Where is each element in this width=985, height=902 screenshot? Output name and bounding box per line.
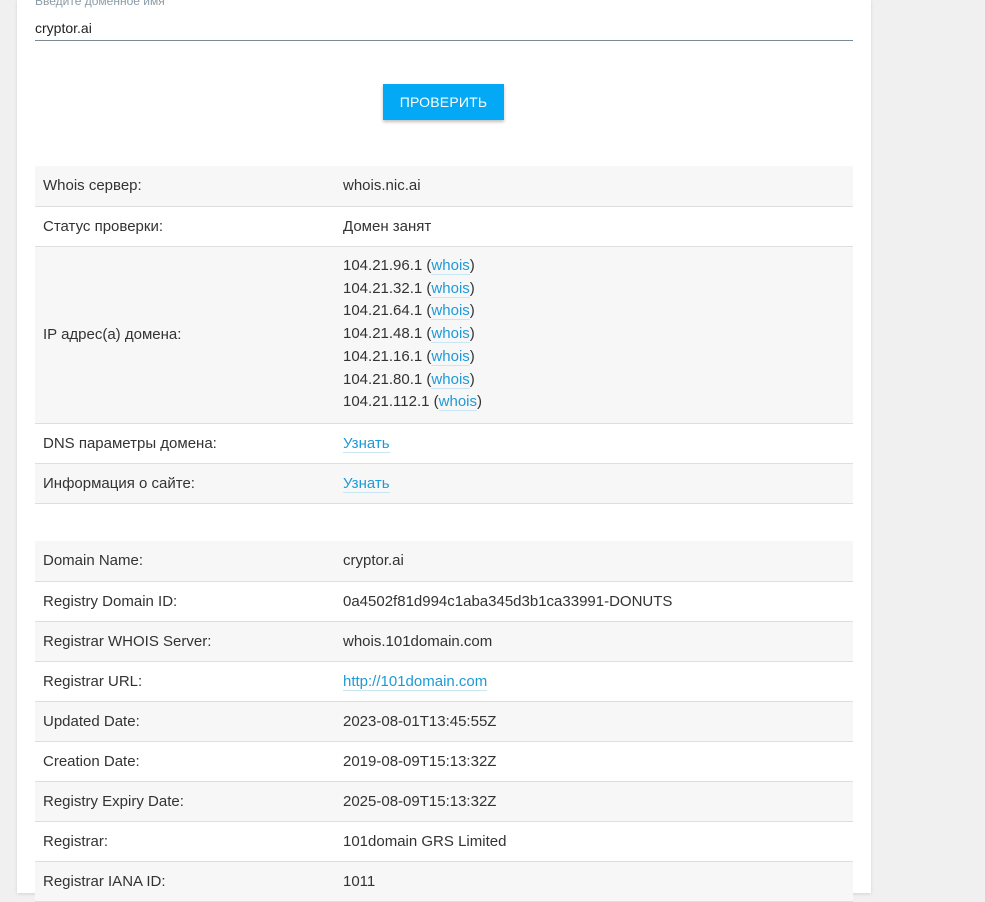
ip-whois-link[interactable]: whois <box>431 256 470 275</box>
ip-whois-link[interactable]: whois <box>431 347 470 366</box>
domain-field-label: Введите доменное имя <box>35 0 165 8</box>
whois-key: Registrar: <box>35 821 335 862</box>
table-row: Registrar: 101domain GRS Limited <box>35 821 853 862</box>
whois-value: http://101domain.com <box>335 661 853 702</box>
ip-address: 104.21.96.1 <box>343 256 423 274</box>
table-row: Domain Name: cryptor.ai <box>35 541 853 582</box>
table-row: Whois сервер: whois.nic.ai <box>35 166 853 207</box>
whois-card: Введите доменное имя ПРОВЕРИТЬ Whois сер… <box>17 0 871 902</box>
ip-address: 104.21.32.1 <box>343 279 423 297</box>
dns-label: DNS параметры домена: <box>35 423 335 464</box>
whois-key: Domain Name: <box>35 541 335 582</box>
table-row: Информация о сайте: Узнать <box>35 463 853 504</box>
ip-label: IP адрес(а) домена: <box>35 246 335 424</box>
ip-whois-link[interactable]: whois <box>431 302 470 321</box>
whois-key: Updated Date: <box>35 701 335 742</box>
domain-input[interactable] <box>35 15 853 41</box>
ip-address: 104.21.16.1 <box>343 347 423 365</box>
ip-item: 104.21.32.1 (whois) <box>343 279 475 298</box>
whois-key: Creation Date: <box>35 741 335 782</box>
ip-address: 104.21.80.1 <box>343 370 423 388</box>
whois-value: cryptor.ai <box>335 541 853 582</box>
whois-key: Registrar IANA ID: <box>35 861 335 902</box>
ip-whois-link[interactable]: whois <box>431 279 470 298</box>
ip-item: 104.21.80.1 (whois) <box>343 370 475 389</box>
ip-whois-link[interactable]: whois <box>431 325 470 344</box>
table-row: Updated Date: 2023-08-01T13:45:55Z <box>35 701 853 742</box>
whois-value: 101domain GRS Limited <box>335 821 853 862</box>
site-info-value: Узнать <box>335 463 853 504</box>
table-row: DNS параметры домена: Узнать <box>35 423 853 464</box>
table-row: Registrar IANA ID: 1011 <box>35 861 853 902</box>
whois-server-label: Whois сервер: <box>35 166 335 207</box>
table-row: Registrar WHOIS Server: whois.101domain.… <box>35 621 853 662</box>
whois-key: Registry Domain ID: <box>35 581 335 622</box>
ip-item: 104.21.96.1 (whois) <box>343 256 475 275</box>
ip-whois-link[interactable]: whois <box>438 393 478 412</box>
ip-address: 104.21.64.1 <box>343 302 423 320</box>
table-row: Registry Domain ID: 0a4502f81d994c1aba34… <box>35 581 853 622</box>
ip-address: 104.21.48.1 <box>343 325 423 343</box>
status-value: Домен занят <box>335 206 853 247</box>
table-row: Статус проверки: Домен занят <box>35 206 853 247</box>
ip-item: 104.21.112.1 (whois) <box>343 393 483 412</box>
whois-key: Registrar URL: <box>35 661 335 702</box>
whois-key: Registry Expiry Date: <box>35 781 335 822</box>
whois-server-value: whois.nic.ai <box>335 166 853 207</box>
table-row: Creation Date: 2019-08-09T15:13:32Z <box>35 741 853 782</box>
site-info-label: Информация о сайте: <box>35 463 335 504</box>
ip-list: 104.21.96.1 (whois) 104.21.32.1 (whois) … <box>335 246 853 424</box>
ip-item: 104.21.48.1 (whois) <box>343 325 475 344</box>
summary-table: Whois сервер: whois.nic.ai Статус провер… <box>35 166 853 504</box>
ip-whois-link[interactable]: whois <box>431 370 470 389</box>
whois-value: 1011 <box>335 861 853 902</box>
ip-item: 104.21.64.1 (whois) <box>343 302 475 321</box>
dns-lookup-link[interactable]: Узнать <box>343 434 390 453</box>
ip-item: 104.21.16.1 (whois) <box>343 347 475 366</box>
whois-value: 2025-08-09T15:13:32Z <box>335 781 853 822</box>
whois-table: Domain Name: cryptor.ai Registry Domain … <box>35 541 853 902</box>
whois-value: whois.101domain.com <box>335 621 853 662</box>
status-label: Статус проверки: <box>35 206 335 247</box>
table-row: IP адрес(а) домена: 104.21.96.1 (whois) … <box>35 246 853 424</box>
whois-key: Registrar WHOIS Server: <box>35 621 335 662</box>
ip-address: 104.21.112.1 <box>343 393 430 411</box>
whois-value: 0a4502f81d994c1aba345d3b1ca33991-DONUTS <box>335 581 853 622</box>
dns-value: Узнать <box>335 423 853 464</box>
table-row: Registrar URL: http://101domain.com <box>35 661 853 702</box>
site-info-link[interactable]: Узнать <box>343 474 390 493</box>
registrar-url-link[interactable]: http://101domain.com <box>343 672 488 691</box>
whois-value: 2019-08-09T15:13:32Z <box>335 741 853 782</box>
whois-value: 2023-08-01T13:45:55Z <box>335 701 853 742</box>
table-row: Registry Expiry Date: 2025-08-09T15:13:3… <box>35 781 853 822</box>
check-button[interactable]: ПРОВЕРИТЬ <box>383 84 504 120</box>
